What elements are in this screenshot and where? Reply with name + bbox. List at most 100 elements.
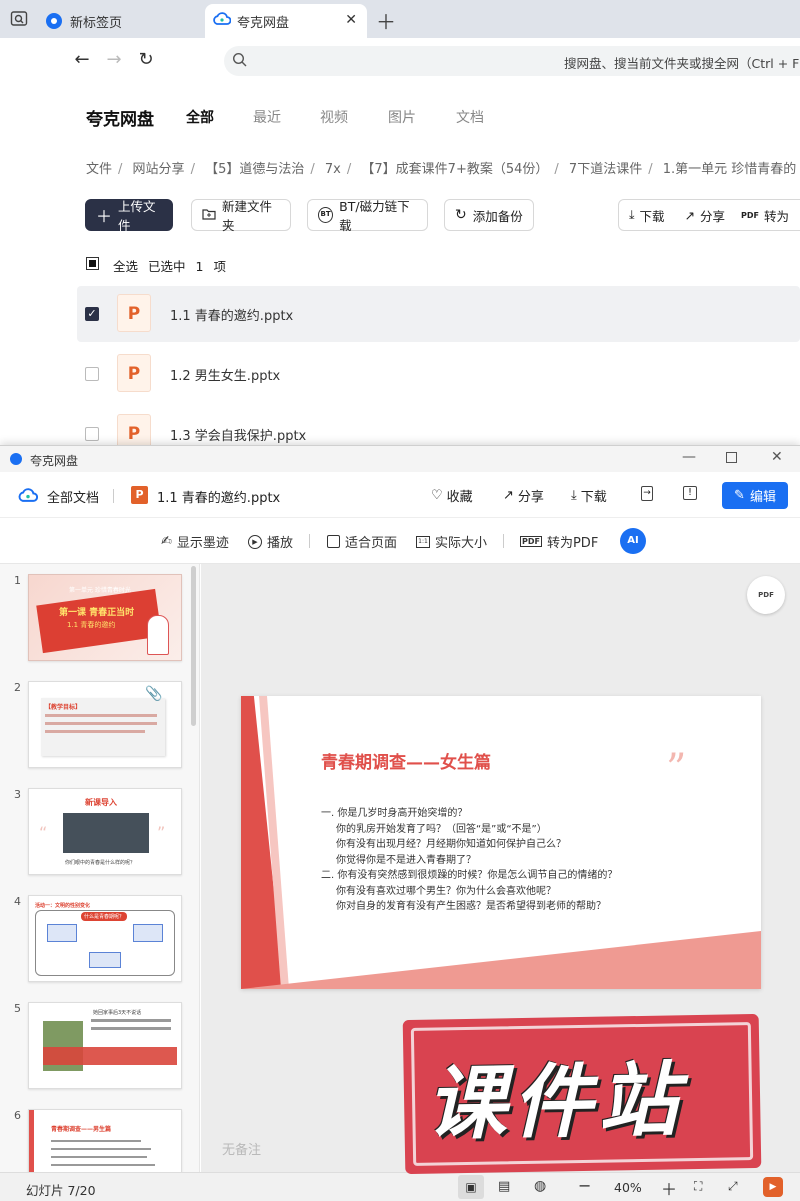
- fit-screen-icon[interactable]: ⛶: [694, 1179, 702, 1194]
- feedback-icon[interactable]: !: [683, 486, 697, 500]
- select-all-checkbox[interactable]: [86, 257, 99, 270]
- breadcrumb-item[interactable]: 1.第一单元 珍惜青春的: [663, 162, 797, 177]
- fullscreen-icon[interactable]: ⤢: [728, 1179, 738, 1194]
- fit-page-button[interactable]: 适合页面: [327, 532, 397, 551]
- share-icon: ↗: [684, 207, 696, 223]
- file-row[interactable]: P 1.2 男生女生.pptx: [77, 346, 800, 402]
- upload-button[interactable]: ＋ 上传文件: [85, 199, 173, 233]
- edit-label: 编辑: [749, 490, 776, 505]
- breadcrumb-item[interactable]: 【7】成套课件7+教案（54份）: [361, 162, 548, 177]
- slideshow-play-icon[interactable]: ▶: [763, 1177, 783, 1197]
- app-logo[interactable]: 夸克网盘: [86, 105, 154, 130]
- thumb-scrollbar[interactable]: [191, 566, 196, 726]
- pdf-icon: PDF: [520, 536, 542, 547]
- row-checkbox[interactable]: [85, 427, 99, 441]
- menu-all[interactable]: 全部: [186, 107, 214, 127]
- new-tab-plus-icon[interactable]: ＋: [376, 6, 396, 35]
- thumbnail-view-icon[interactable]: ▣: [458, 1175, 484, 1199]
- address-bar[interactable]: 搜网盘、搜当前文件夹或搜全网（Ctrl + F: [224, 46, 800, 76]
- zoom-in-icon[interactable]: ＋: [661, 1176, 677, 1200]
- thumb-number: 1: [14, 574, 21, 587]
- reload-icon[interactable]: ↻: [134, 48, 158, 72]
- export-icon[interactable]: →: [641, 486, 653, 501]
- viewer-title-bar: 夸克网盘 — ✕: [0, 446, 800, 472]
- play-button[interactable]: ▶ 播放: [248, 532, 293, 551]
- menu-video[interactable]: 视频: [320, 107, 348, 127]
- file-row[interactable]: ✓ P 1.1 青春的邀约.pptx: [77, 286, 800, 342]
- breadcrumb-item[interactable]: 7x: [325, 162, 341, 177]
- toolbar-divider: [503, 534, 504, 548]
- viewer-toolbar: ✍ 显示墨迹 ▶ 播放 适合页面 1:1 实际大小 PDF 转为PDF AI: [0, 518, 800, 564]
- maximize-icon[interactable]: [726, 452, 737, 463]
- breadcrumb-item[interactable]: 文件: [86, 162, 112, 177]
- share-action[interactable]: ↗ 分享: [675, 206, 736, 225]
- download-button[interactable]: ⤓ 下载: [571, 486, 607, 505]
- play-label: 播放: [267, 536, 294, 551]
- slide-thumbnail[interactable]: 新课导入 “ ” 你们眼中的青春是什么样的呢？: [28, 788, 182, 875]
- globe-icon[interactable]: ◍: [534, 1178, 546, 1194]
- new-tab-icon: [46, 13, 62, 29]
- add-backup-button[interactable]: ↻ 添加备份: [444, 199, 534, 231]
- actual-size-icon: 1:1: [416, 535, 430, 548]
- forward-arrow-icon[interactable]: →: [102, 48, 126, 72]
- close-window-icon[interactable]: ✕: [771, 449, 783, 465]
- tab-search-icon[interactable]: [10, 10, 28, 28]
- slide-thumbnail[interactable]: 她回家事后3天不说话: [28, 1002, 182, 1089]
- minimize-icon[interactable]: —: [682, 449, 696, 465]
- breadcrumb-item[interactable]: 【5】道德与法治: [205, 162, 304, 177]
- slide-line: 你有没有出现月经？月经期你知道如何保护自己么？: [336, 839, 566, 850]
- file-name[interactable]: 1.3 学会自我保护.pptx: [170, 425, 306, 444]
- convert-pdf-button[interactable]: PDF 转为PDF: [520, 532, 598, 551]
- bt-download-button[interactable]: BT BT/磁力链下载: [307, 199, 428, 233]
- menu-recent[interactable]: 最近: [253, 107, 281, 127]
- tab-label: 夸克网盘: [237, 15, 290, 31]
- thumb-number: 3: [14, 788, 21, 801]
- share-icon: ↗: [503, 488, 514, 503]
- new-folder-button[interactable]: 新建文件夹: [191, 199, 291, 233]
- show-ink-button[interactable]: ✍ 显示墨迹: [161, 532, 229, 551]
- thumb-number: 6: [14, 1109, 21, 1122]
- download-action[interactable]: ⤓ 下载: [619, 206, 675, 225]
- breadcrumb-item[interactable]: 7下道法课件: [569, 162, 642, 177]
- slide-thumbnail[interactable]: 第一单元 珍惜青春时光 第一课 青春正当时 1.1 青春的邀约: [28, 574, 182, 661]
- select-all-label[interactable]: 全选: [113, 259, 138, 274]
- browser-tab-bar: 新标签页 夸克网盘 ✕ ＋: [0, 0, 800, 38]
- slide-bottom-band: [241, 931, 761, 989]
- thumb-caption: 你们眼中的青春是什么样的呢？: [65, 860, 136, 866]
- row-checkbox[interactable]: [85, 367, 99, 381]
- download-label: 下载: [639, 208, 665, 224]
- tab-new-tab[interactable]: 新标签页: [40, 4, 200, 38]
- selection-summary: 全选 已选中 1 项: [113, 256, 226, 275]
- tab-quark-drive[interactable]: 夸克网盘 ✕: [205, 4, 367, 38]
- actual-size-button[interactable]: 1:1 实际大小: [416, 532, 487, 551]
- edit-button[interactable]: ✎ 编辑: [722, 482, 788, 509]
- search-icon: [232, 52, 248, 72]
- pdf-export-icon[interactable]: PDF: [747, 576, 785, 614]
- address-placeholder: 搜网盘、搜当前文件夹或搜全网（Ctrl + F: [564, 56, 800, 71]
- breadcrumb-item[interactable]: 网站分享: [133, 162, 185, 177]
- menu-image[interactable]: 图片: [388, 107, 416, 127]
- ai-assistant-icon[interactable]: AI: [620, 528, 646, 554]
- file-name[interactable]: 1.1 青春的邀约.pptx: [170, 305, 293, 324]
- slide-thumbnail[interactable]: 【教学目标】 📎: [28, 681, 182, 768]
- slide-line: 你对自身的发育有没有产生困惑？是否希望得到老师的帮助？: [336, 901, 606, 912]
- breadcrumb: 文件 / 网站分享 / 【5】道德与法治/ 7x / 【7】成套课件7+教案（54份）…: [86, 162, 797, 177]
- zoom-out-icon[interactable]: −: [578, 1176, 591, 1195]
- favorite-button[interactable]: ♡ 收藏: [431, 486, 473, 505]
- pptx-file-icon: P: [117, 294, 151, 332]
- menu-docs[interactable]: 文档: [456, 107, 484, 127]
- slide-thumbnail[interactable]: 活动一：文明的性别变化 什么是青春期呢？: [28, 895, 182, 982]
- slide-thumbnail[interactable]: 青春期调查——男生篇: [28, 1109, 182, 1172]
- actual-label: 实际大小: [435, 536, 488, 551]
- row-checkbox[interactable]: ✓: [85, 307, 99, 321]
- download-icon: ⤓: [629, 207, 635, 222]
- back-arrow-icon[interactable]: ←: [70, 48, 94, 72]
- close-tab-icon[interactable]: ✕: [345, 12, 357, 28]
- notes-view-icon[interactable]: ▤: [498, 1179, 510, 1194]
- share-button[interactable]: ↗ 分享: [503, 486, 544, 505]
- backup-icon: ↻: [455, 207, 467, 223]
- pdf-icon: PDF: [741, 210, 760, 220]
- all-docs-link[interactable]: 全部文档: [47, 487, 99, 506]
- file-name[interactable]: 1.2 男生女生.pptx: [170, 365, 280, 384]
- convert-action[interactable]: PDF 转为: [735, 206, 795, 225]
